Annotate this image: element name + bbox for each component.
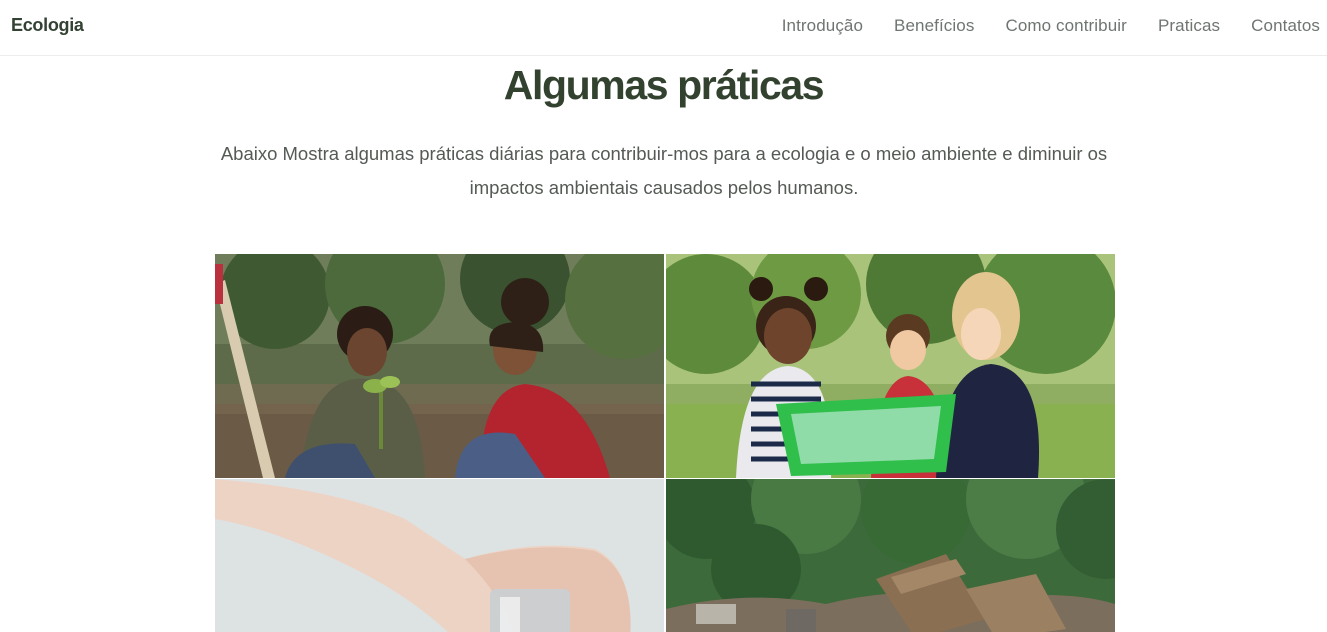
photo-kids-recycling <box>666 254 1115 478</box>
brand-logo[interactable]: Ecologia <box>11 15 84 36</box>
photo-waste-in-nature <box>666 479 1115 632</box>
top-navbar: Ecologia Introdução Benefícios Como cont… <box>0 0 1327 56</box>
photo-hand-glass <box>215 479 664 632</box>
section-title: Algumas práticas <box>503 62 825 108</box>
practices-gallery <box>215 254 1115 632</box>
nav-link-contatos[interactable]: Contatos <box>1251 16 1320 36</box>
nav-link-beneficios[interactable]: Benefícios <box>894 16 974 36</box>
photo-kids-planting <box>215 254 664 478</box>
nav-link-praticas[interactable]: Praticas <box>1158 16 1220 36</box>
nav-link-introducao[interactable]: Introdução <box>782 16 863 36</box>
nav-links: Introdução Benefícios Como contribuir Pr… <box>782 16 1320 36</box>
section-description: Abaixo Mostra algumas práticas diárias p… <box>220 143 1108 198</box>
nav-link-como-contribuir[interactable]: Como contribuir <box>1005 16 1127 36</box>
